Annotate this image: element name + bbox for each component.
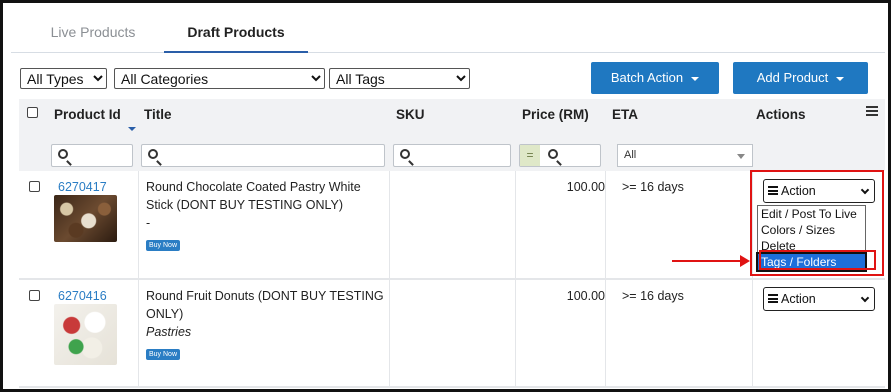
- sort-desc-icon[interactable]: [128, 127, 136, 131]
- price-value: 100.00: [566, 289, 605, 303]
- column-header-actions: Actions: [756, 107, 806, 122]
- column-divider: [515, 280, 516, 386]
- action-select-label: Action: [781, 292, 816, 306]
- column-header-product-id[interactable]: Product Id: [54, 107, 121, 122]
- product-title: Round Fruit Donuts (DONT BUY TESTING ONL…: [146, 289, 384, 321]
- buy-now-badge: Buy Now: [146, 240, 181, 251]
- buy-now-badge: Buy Now: [146, 349, 181, 360]
- category-filter-select[interactable]: All Categories: [114, 68, 325, 89]
- type-filter-select[interactable]: All Types: [20, 68, 107, 89]
- product-id-link[interactable]: 6270417: [58, 180, 107, 194]
- column-header-eta[interactable]: ETA: [612, 107, 638, 122]
- column-divider: [389, 171, 390, 278]
- column-divider: [752, 280, 753, 386]
- page-content: Live Products Draft Products All Types A…: [11, 3, 885, 389]
- column-header-sku[interactable]: SKU: [396, 107, 425, 122]
- eta-filter-select[interactable]: All: [617, 144, 753, 167]
- price-filter-input[interactable]: =: [519, 144, 601, 167]
- tab-draft-products[interactable]: Draft Products: [164, 15, 308, 53]
- table-header: Product Id Title SKU Price (RM) ETA Acti…: [19, 99, 885, 171]
- table-row: 6270416 Round Fruit Donuts (DONT BUY TES…: [19, 280, 885, 388]
- column-divider: [389, 280, 390, 386]
- column-header-title[interactable]: Title: [144, 107, 172, 122]
- column-menu-icon[interactable]: [866, 106, 878, 118]
- column-divider: [605, 171, 606, 278]
- search-icon: [148, 149, 158, 159]
- action-select[interactable]: Action: [763, 287, 875, 311]
- sku-filter-input[interactable]: [393, 144, 511, 167]
- annotation-highlight-item-box: [759, 250, 876, 270]
- caret-down-icon: [691, 76, 700, 81]
- add-product-button[interactable]: Add Product: [733, 62, 868, 94]
- batch-action-label: Batch Action: [610, 70, 684, 85]
- column-divider: [138, 171, 139, 278]
- menu-icon: [768, 294, 778, 305]
- column-divider: [515, 171, 516, 278]
- row-checkbox[interactable]: [29, 290, 40, 301]
- window-frame: Live Products Draft Products All Types A…: [0, 0, 891, 392]
- product-title-cell: Round Fruit Donuts (DONT BUY TESTING ONL…: [146, 287, 386, 361]
- product-category: Pastries: [146, 325, 192, 339]
- annotation-arrow-line: [672, 260, 742, 262]
- product-thumbnail[interactable]: [54, 304, 117, 365]
- column-divider: [138, 280, 139, 386]
- product-subtitle: -: [146, 216, 151, 230]
- price-value: 100.00: [566, 180, 605, 194]
- product-thumbnail[interactable]: [54, 195, 117, 242]
- tab-bar: Live Products Draft Products: [11, 3, 885, 53]
- arrow-right-icon: [740, 255, 750, 267]
- title-filter-input[interactable]: [141, 144, 385, 167]
- search-icon: [400, 149, 410, 159]
- row-checkbox[interactable]: [29, 181, 40, 192]
- tab-live-products[interactable]: Live Products: [33, 15, 153, 53]
- tag-filter-select[interactable]: All Tags: [329, 68, 470, 89]
- price-operator[interactable]: =: [520, 145, 540, 166]
- chevron-down-icon: [860, 293, 870, 303]
- eta-value: >= 16 days: [622, 289, 684, 303]
- search-icon: [548, 149, 558, 159]
- product-id-link[interactable]: 6270416: [58, 289, 107, 303]
- eta-value: >= 16 days: [622, 180, 684, 194]
- select-all-checkbox[interactable]: [27, 107, 38, 118]
- product-title: Round Chocolate Coated Pastry White Stic…: [146, 180, 361, 212]
- add-product-label: Add Product: [756, 70, 829, 85]
- product-title-cell: Round Chocolate Coated Pastry White Stic…: [146, 178, 386, 252]
- column-header-price[interactable]: Price (RM): [522, 107, 589, 122]
- product-id-filter-input[interactable]: [51, 144, 133, 167]
- caret-down-icon: [836, 76, 845, 81]
- column-divider: [605, 280, 606, 386]
- search-icon: [58, 149, 68, 159]
- batch-action-button[interactable]: Batch Action: [591, 62, 719, 94]
